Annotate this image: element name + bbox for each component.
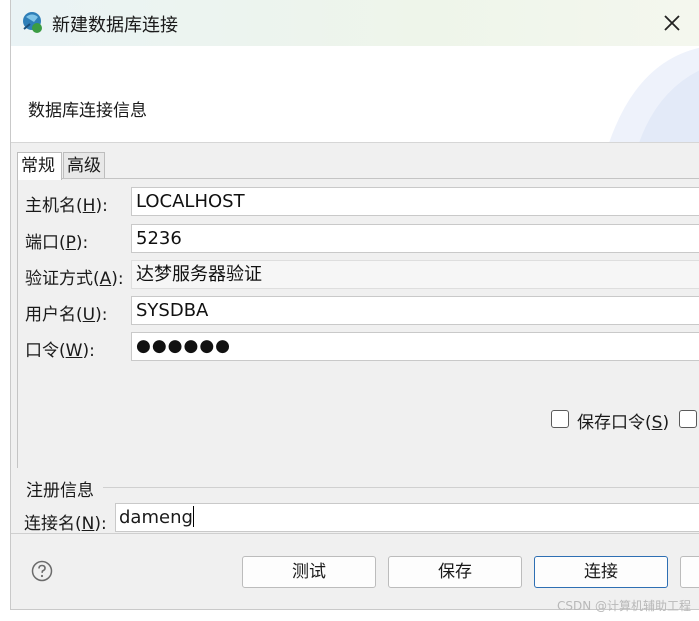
host-label: 主机名(H): xyxy=(25,196,108,216)
db-connection-icon xyxy=(23,12,42,33)
text-caret xyxy=(192,506,194,527)
registration-section-title: 注册信息 xyxy=(26,481,94,501)
cancel-button-partial[interactable] xyxy=(680,556,699,588)
auth-select[interactable]: 达梦服务器验证 xyxy=(131,260,699,289)
password-input[interactable]: ●●●●●● xyxy=(131,332,699,361)
tab-general[interactable]: 常规 xyxy=(17,152,62,180)
user-label: 用户名(U): xyxy=(25,305,108,325)
connection-dialog: 新建数据库连接 数据库连接信息 常规 高级 主机名(H): LOCALHOST … xyxy=(10,0,699,610)
host-input[interactable]: LOCALHOST xyxy=(131,187,699,216)
port-label: 端口(P): xyxy=(25,233,89,253)
tab-advanced[interactable]: 高级 xyxy=(63,152,105,179)
banner-decoration xyxy=(609,47,699,142)
window-title: 新建数据库连接 xyxy=(52,15,178,36)
banner: 数据库连接信息 xyxy=(11,46,699,143)
conn-name-label: 连接名(N): xyxy=(24,514,107,534)
connect-button[interactable]: 连接 xyxy=(534,556,668,588)
save-password-label: 保存口令(S) xyxy=(577,413,670,433)
auth-label: 验证方式(A): xyxy=(25,269,124,289)
password-label: 口令(W): xyxy=(25,341,95,361)
watermark: CSDN @计算机辅助工程 xyxy=(556,599,691,613)
extra-checkbox[interactable] xyxy=(679,410,697,428)
port-input[interactable]: 5236 xyxy=(131,224,699,253)
banner-title: 数据库连接信息 xyxy=(28,101,147,121)
conn-name-input[interactable]: dameng xyxy=(115,503,699,532)
section-divider xyxy=(103,487,699,488)
test-button[interactable]: 测试 xyxy=(242,556,376,588)
save-button[interactable]: 保存 xyxy=(388,556,522,588)
user-input[interactable]: SYSDBA xyxy=(131,296,699,325)
save-password-checkbox[interactable] xyxy=(551,410,569,428)
footer-divider xyxy=(11,533,699,534)
close-icon[interactable] xyxy=(659,10,685,36)
title-bar: 新建数据库连接 xyxy=(11,0,699,46)
general-panel: 主机名(H): LOCALHOST 端口(P): 5236 验证方式(A): 达… xyxy=(17,178,699,468)
help-icon[interactable] xyxy=(31,560,53,582)
